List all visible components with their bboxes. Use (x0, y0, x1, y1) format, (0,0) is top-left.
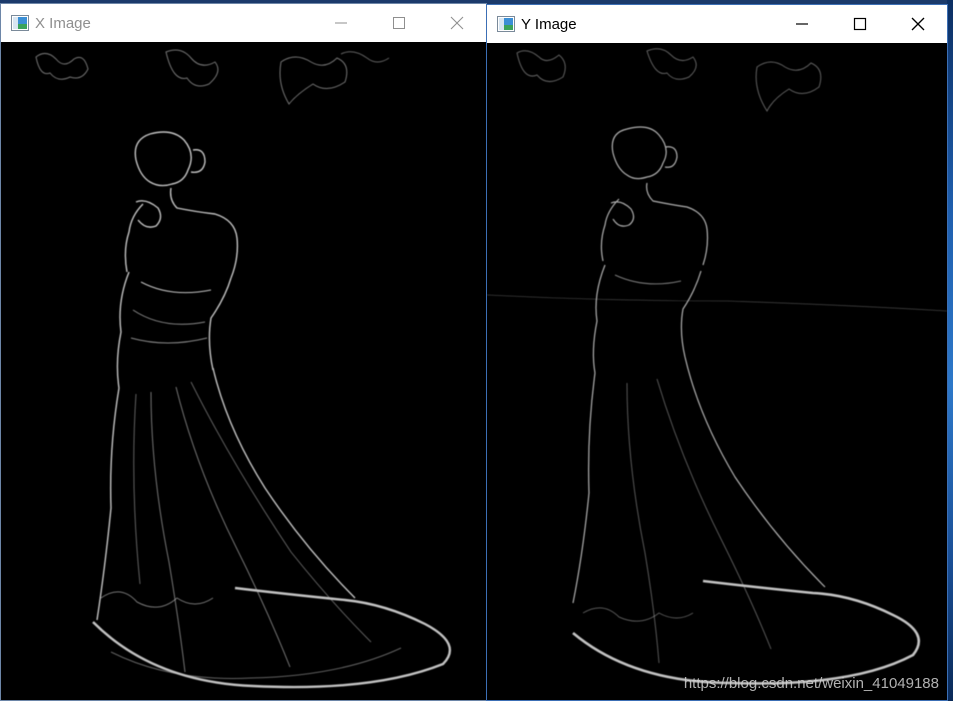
minimize-button[interactable] (312, 4, 370, 42)
maximize-button[interactable] (370, 4, 428, 42)
edge-image-x (35, 49, 452, 689)
minimize-icon (335, 22, 347, 24)
x-gradient-image (1, 42, 486, 700)
app-window-icon (497, 16, 515, 32)
maximize-button[interactable] (831, 5, 889, 43)
y-image-window[interactable]: Y Image https://blog.csdn.net/weixin_410… (486, 4, 948, 701)
x-image-titlebar[interactable]: X Image (1, 4, 486, 42)
x-image-window[interactable]: X Image (0, 3, 487, 701)
minimize-icon (796, 23, 808, 25)
edge-image-y (487, 48, 947, 685)
close-button[interactable] (428, 4, 486, 42)
window-title: Y Image (521, 15, 577, 33)
watermark-url: https://blog.csdn.net/weixin_41049188 (683, 675, 939, 692)
close-icon (450, 16, 464, 30)
y-gradient-image: https://blog.csdn.net/weixin_41049188 (487, 43, 947, 700)
y-image-titlebar[interactable]: Y Image (487, 5, 947, 43)
minimize-button[interactable] (773, 5, 831, 43)
maximize-icon (393, 17, 405, 29)
close-icon (911, 17, 925, 31)
window-title: X Image (35, 14, 91, 32)
app-window-icon (11, 15, 29, 31)
close-button[interactable] (889, 5, 947, 43)
maximize-icon (853, 17, 867, 31)
